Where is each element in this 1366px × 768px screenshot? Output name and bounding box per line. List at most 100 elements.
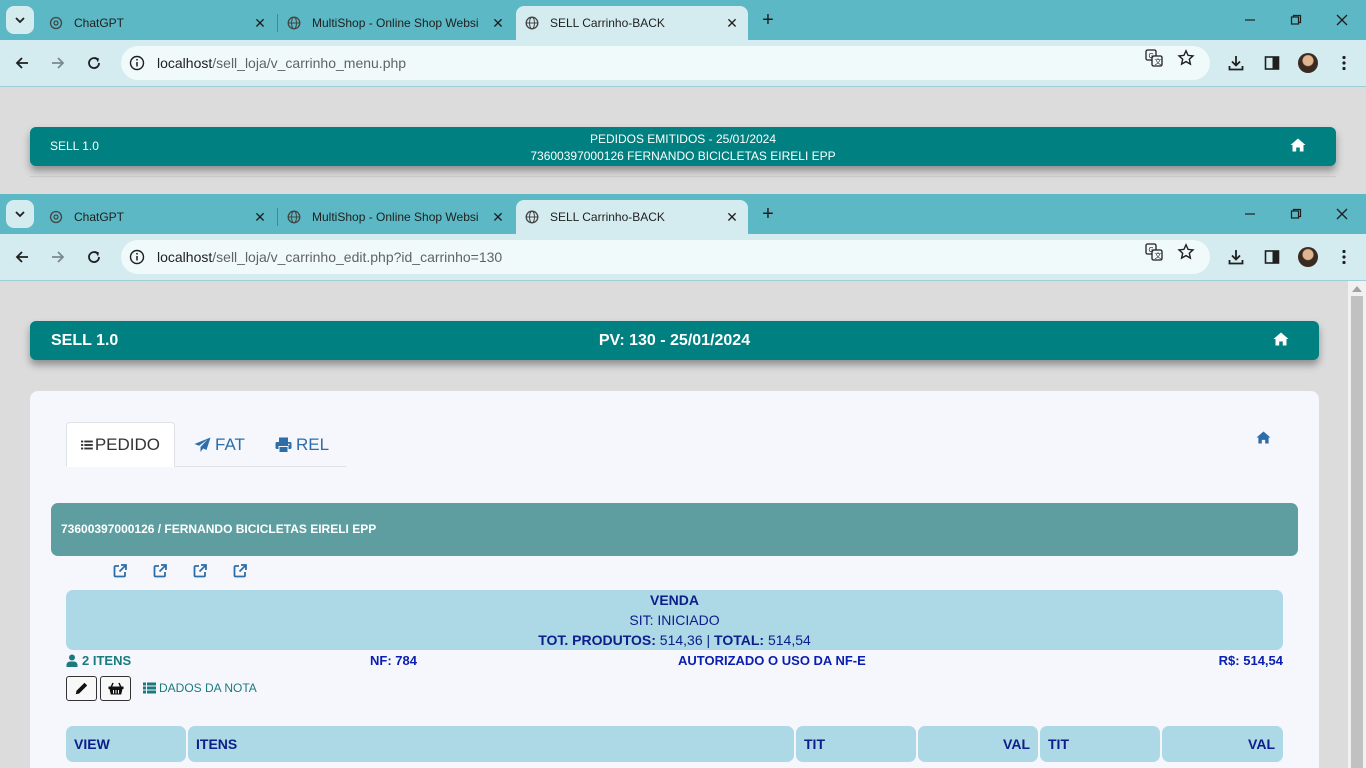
new-tab-button[interactable]: + xyxy=(756,8,780,32)
list-icon xyxy=(143,682,156,694)
tab-pedido[interactable]: PEDIDO xyxy=(66,422,175,467)
restore-button[interactable] xyxy=(1284,202,1308,226)
tab-sell-carrinho[interactable]: SELL Carrinho-BACK ✕ xyxy=(516,6,748,40)
tab-multishop[interactable]: MultiShop - Online Shop Websi ✕ xyxy=(278,6,514,40)
external-link-icon[interactable] xyxy=(100,564,140,578)
restore-button[interactable] xyxy=(1284,8,1308,32)
external-links-row xyxy=(100,564,260,578)
reload-icon xyxy=(88,57,100,69)
home-icon[interactable] xyxy=(1273,332,1289,351)
tab-close-icon[interactable]: ✕ xyxy=(250,207,270,227)
tab-label: PEDIDO xyxy=(94,434,160,454)
reload-button[interactable] xyxy=(81,50,107,76)
pedidos-emitidos-label: PEDIDOS EMITIDOS - 25/01/2024 xyxy=(589,132,777,146)
list-icon xyxy=(81,440,93,449)
dados-da-nota-link[interactable]: DADOS DA NOTA xyxy=(143,681,257,695)
tab-chatgpt[interactable]: ChatGPT ✕ xyxy=(40,6,276,40)
download-icon[interactable] xyxy=(1223,50,1249,76)
tab-fat[interactable]: FAT xyxy=(194,422,245,467)
tab-chatgpt[interactable]: ChatGPT ✕ xyxy=(40,200,276,234)
edit-button[interactable] xyxy=(66,675,97,701)
venda-totals: TOT. PRODUTOS: 514,36 | TOTAL: 514,54 xyxy=(66,630,1283,650)
svg-text:文: 文 xyxy=(1155,57,1162,66)
back-button[interactable] xyxy=(9,244,35,270)
menu-kebab-icon[interactable] xyxy=(1331,50,1357,76)
home-icon[interactable] xyxy=(1290,138,1306,157)
tab-search-button[interactable] xyxy=(6,6,34,34)
column-header-val: VAL xyxy=(1162,726,1283,762)
tab-search-button[interactable] xyxy=(6,200,34,228)
client-banner: 73600397000126 / FERNANDO BICICLETAS EIR… xyxy=(51,503,1298,556)
side-panel-icon[interactable] xyxy=(1259,244,1285,270)
basket-button[interactable] xyxy=(100,675,131,701)
nf-number: NF: 784 xyxy=(370,653,417,668)
forward-button[interactable] xyxy=(45,50,71,76)
url-path: /sell_loja/v_carrinho_edit.php?id_carrin… xyxy=(212,249,503,265)
site-info-icon[interactable] xyxy=(121,241,153,273)
separator: | xyxy=(706,632,711,648)
arrow-left-icon xyxy=(15,57,28,69)
translate-icon[interactable]: G文 xyxy=(1143,241,1165,263)
tab-title: MultiShop - Online Shop Websi xyxy=(312,16,479,30)
profile-avatar[interactable] xyxy=(1295,244,1321,270)
tab-title: SELL Carrinho-BACK xyxy=(550,16,665,30)
download-icon[interactable] xyxy=(1223,244,1249,270)
tab-close-icon[interactable]: ✕ xyxy=(722,13,742,33)
column-header-tit: TIT xyxy=(796,726,916,762)
page1-header: SELL 1.0 PEDIDOS EMITIDOS - 25/01/2024 7… xyxy=(30,127,1336,166)
external-link-icon[interactable] xyxy=(220,564,260,578)
back-button[interactable] xyxy=(9,50,35,76)
user-icon xyxy=(66,654,78,667)
tab-label: FAT xyxy=(215,434,245,454)
bookmark-star-icon[interactable] xyxy=(1175,47,1197,69)
minimize-button[interactable] xyxy=(1238,8,1262,32)
tab-close-icon[interactable]: ✕ xyxy=(722,207,742,227)
close-window-button[interactable] xyxy=(1330,8,1354,32)
tab-close-icon[interactable]: ✕ xyxy=(250,13,270,33)
tab-strip: ChatGPT ✕ MultiShop - Online Shop Websi … xyxy=(0,0,1366,40)
itens-count[interactable]: 2 ITENS xyxy=(66,653,131,668)
address-bar[interactable]: localhost/sell_loja/v_carrinho_menu.php xyxy=(121,46,1210,80)
total-amount: R$: 514,54 xyxy=(1218,653,1283,668)
profile-avatar[interactable] xyxy=(1295,50,1321,76)
globe-icon xyxy=(286,209,302,225)
site-info-icon[interactable] xyxy=(121,47,153,79)
scroll-up-arrow-icon[interactable] xyxy=(1352,286,1362,292)
menu-kebab-icon[interactable] xyxy=(1331,244,1357,270)
home-icon[interactable] xyxy=(1256,431,1271,449)
tab-rel[interactable]: REL xyxy=(275,422,329,467)
avatar xyxy=(1298,53,1318,73)
url-text: localhost/sell_loja/v_carrinho_edit.php?… xyxy=(157,249,502,265)
translate-icon[interactable]: G文 xyxy=(1143,47,1165,69)
svg-text:文: 文 xyxy=(1155,251,1162,260)
dados-label: DADOS DA NOTA xyxy=(159,681,257,695)
total-value: 514,54 xyxy=(767,632,811,648)
column-header-tit: TIT xyxy=(1040,726,1160,762)
close-window-button[interactable] xyxy=(1330,202,1354,226)
basket-icon xyxy=(108,682,123,694)
tab-multishop[interactable]: MultiShop - Online Shop Websi ✕ xyxy=(278,200,514,234)
column-header-val: VAL xyxy=(918,726,1038,762)
vertical-scrollbar[interactable] xyxy=(1348,281,1366,768)
reload-button[interactable] xyxy=(81,244,107,270)
minimize-button[interactable] xyxy=(1238,202,1262,226)
tab-close-icon[interactable]: ✕ xyxy=(488,13,508,33)
new-tab-button[interactable]: + xyxy=(756,202,780,226)
bookmark-star-icon[interactable] xyxy=(1175,241,1197,263)
pedido-card: PEDIDO FAT REL 73600397000126 / FERNANDO… xyxy=(30,391,1319,768)
address-bar[interactable]: localhost/sell_loja/v_carrinho_edit.php?… xyxy=(121,240,1210,274)
actions-row: DADOS DA NOTA xyxy=(66,675,257,701)
scrollbar-thumb[interactable] xyxy=(1351,296,1363,768)
tab-sell-carrinho[interactable]: SELL Carrinho-BACK ✕ xyxy=(516,200,748,234)
url-path: /sell_loja/v_carrinho_menu.php xyxy=(212,55,407,71)
side-panel-icon[interactable] xyxy=(1259,50,1285,76)
chevron-down-icon xyxy=(15,211,25,218)
globe-icon xyxy=(286,15,302,31)
printer-icon xyxy=(275,437,292,453)
external-link-icon[interactable] xyxy=(140,564,180,578)
arrow-left-icon xyxy=(15,251,28,263)
tab-close-icon[interactable]: ✕ xyxy=(488,207,508,227)
tab-title: MultiShop - Online Shop Websi xyxy=(312,210,479,224)
forward-button[interactable] xyxy=(45,244,71,270)
external-link-icon[interactable] xyxy=(180,564,220,578)
